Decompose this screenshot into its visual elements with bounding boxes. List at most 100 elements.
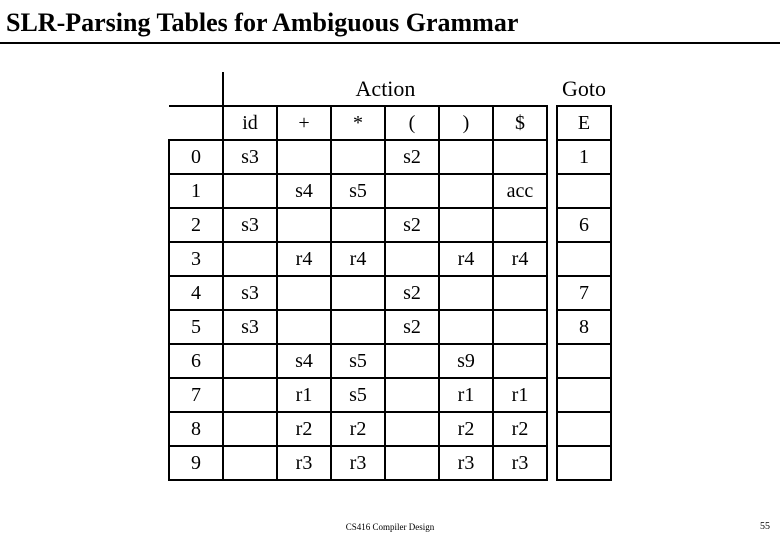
cell: [439, 140, 493, 174]
cell: [385, 242, 439, 276]
cell: [385, 378, 439, 412]
gap: [547, 174, 557, 208]
cell: [557, 378, 611, 412]
state-label: 4: [169, 276, 223, 310]
cell: [439, 174, 493, 208]
cell: 7: [557, 276, 611, 310]
cell: [223, 412, 277, 446]
cell: r1: [493, 378, 547, 412]
column-header-row: id + * ( ) $ E: [169, 106, 611, 140]
cell: r4: [331, 242, 385, 276]
cell: acc: [493, 174, 547, 208]
cell: [557, 344, 611, 378]
gap: [547, 72, 557, 106]
cell: r2: [331, 412, 385, 446]
table-row: 5 s3 s2 8: [169, 310, 611, 344]
cell: r2: [439, 412, 493, 446]
cell: [223, 446, 277, 480]
cell: r2: [277, 412, 331, 446]
cell: s2: [385, 310, 439, 344]
table-container: Action Goto id + * ( ) $ E 0 s3 s2 1: [0, 72, 780, 481]
gap: [547, 208, 557, 242]
state-label: 8: [169, 412, 223, 446]
col-dollar: $: [493, 106, 547, 140]
cell: 8: [557, 310, 611, 344]
cell: r1: [439, 378, 493, 412]
cell: [493, 140, 547, 174]
col-id: id: [223, 106, 277, 140]
cell: [277, 276, 331, 310]
gap: [547, 310, 557, 344]
cell: [493, 310, 547, 344]
table-row: 2 s3 s2 6: [169, 208, 611, 242]
state-label: 3: [169, 242, 223, 276]
state-label: 6: [169, 344, 223, 378]
cell: s5: [331, 344, 385, 378]
cell: r3: [277, 446, 331, 480]
action-section-label: Action: [223, 72, 547, 106]
table-row: 4 s3 s2 7: [169, 276, 611, 310]
gap: [547, 106, 557, 140]
cell: s5: [331, 378, 385, 412]
gap: [547, 242, 557, 276]
section-header-row: Action Goto: [169, 72, 611, 106]
cell: [277, 208, 331, 242]
cell: s3: [223, 208, 277, 242]
state-label: 7: [169, 378, 223, 412]
cell: [223, 242, 277, 276]
page-title: SLR-Parsing Tables for Ambiguous Grammar: [0, 0, 780, 44]
cell: [557, 412, 611, 446]
cell: [331, 140, 385, 174]
cell: s3: [223, 310, 277, 344]
state-label: 9: [169, 446, 223, 480]
cell: [277, 310, 331, 344]
cell: r4: [277, 242, 331, 276]
table-row: 9 r3 r3 r3 r3: [169, 446, 611, 480]
cell: r4: [493, 242, 547, 276]
state-label: 0: [169, 140, 223, 174]
table-row: 1 s4 s5 acc: [169, 174, 611, 208]
col-E: E: [557, 106, 611, 140]
page-number: 55: [760, 521, 770, 532]
cell: [385, 344, 439, 378]
cell: [557, 242, 611, 276]
cell: r4: [439, 242, 493, 276]
cell: r3: [493, 446, 547, 480]
col-lpar: (: [385, 106, 439, 140]
goto-section-label: Goto: [557, 72, 611, 106]
cell: s2: [385, 208, 439, 242]
col-rpar: ): [439, 106, 493, 140]
cell: s5: [331, 174, 385, 208]
gap: [547, 378, 557, 412]
gap: [547, 140, 557, 174]
cell: [385, 412, 439, 446]
cell: r3: [439, 446, 493, 480]
cell: [277, 140, 331, 174]
cell: s2: [385, 276, 439, 310]
cell: [331, 310, 385, 344]
cell: [493, 344, 547, 378]
cell: [331, 208, 385, 242]
gap: [547, 344, 557, 378]
cell: s3: [223, 140, 277, 174]
cell: 1: [557, 140, 611, 174]
cell: [385, 446, 439, 480]
state-label: 5: [169, 310, 223, 344]
cell: [557, 174, 611, 208]
slr-parsing-table: Action Goto id + * ( ) $ E 0 s3 s2 1: [168, 72, 612, 481]
corner-cell: [169, 72, 223, 106]
gap: [547, 446, 557, 480]
footer-text: CS416 Compiler Design: [0, 522, 780, 532]
cell: r3: [331, 446, 385, 480]
gap: [547, 412, 557, 446]
cell: [223, 174, 277, 208]
table-row: 8 r2 r2 r2 r2: [169, 412, 611, 446]
state-label: 2: [169, 208, 223, 242]
table-row: 7 r1 s5 r1 r1: [169, 378, 611, 412]
col-star: *: [331, 106, 385, 140]
table-row: 0 s3 s2 1: [169, 140, 611, 174]
cell: [439, 310, 493, 344]
cell: r1: [277, 378, 331, 412]
state-label: 1: [169, 174, 223, 208]
cell: 6: [557, 208, 611, 242]
